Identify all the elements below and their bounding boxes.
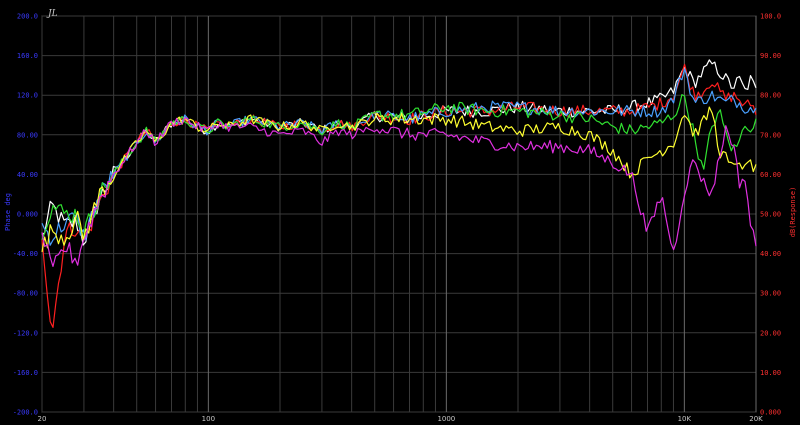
right-tick-label: 10.00 [760, 369, 781, 377]
right-tick-label: 70.00 [760, 131, 781, 139]
left-tick-label: 40.00 [17, 171, 38, 179]
x-tick-label: 10K [678, 415, 692, 423]
right-axis-label: dB(Response) [789, 187, 797, 238]
x-tick-label: 20 [38, 415, 47, 423]
x-tick-label: 20K [749, 415, 763, 423]
right-tick-label: 100.0 [760, 13, 781, 21]
right-tick-label: 50.00 [760, 211, 781, 219]
right-tick-label: 80.00 [760, 92, 781, 100]
left-tick-label: -40.00 [13, 250, 38, 258]
chart-background [0, 0, 800, 425]
left-tick-label: 80.00 [17, 131, 38, 139]
left-tick-label: -120.0 [13, 329, 38, 337]
x-tick-label: 100 [202, 415, 215, 423]
right-tick-label: 30.00 [760, 290, 781, 298]
right-tick-label: 40.00 [760, 250, 781, 258]
left-tick-label: 120.0 [17, 92, 38, 100]
frequency-response-chart: 200.0 160.0 120.0 80.00 40.00 0.000 -40.00 -80.… [0, 0, 800, 425]
left-tick-label: -160.0 [13, 369, 38, 377]
right-tick-label: 90.00 [760, 52, 781, 60]
left-tick-label: 160.0 [17, 52, 38, 60]
left-axis-label: Phase deg [4, 193, 12, 231]
left-tick-label: 200.0 [17, 13, 38, 21]
right-tick-label: 60.00 [760, 171, 781, 179]
left-tick-label: -200.0 [13, 409, 38, 417]
right-tick-label: 20.00 [760, 329, 781, 337]
jl-logo: JL [46, 9, 58, 19]
right-tick-label: 0.000 [760, 409, 781, 417]
x-tick-label: 1000 [437, 415, 455, 423]
left-tick-label: -80.00 [13, 290, 38, 298]
left-tick-label: 0.000 [17, 211, 38, 219]
